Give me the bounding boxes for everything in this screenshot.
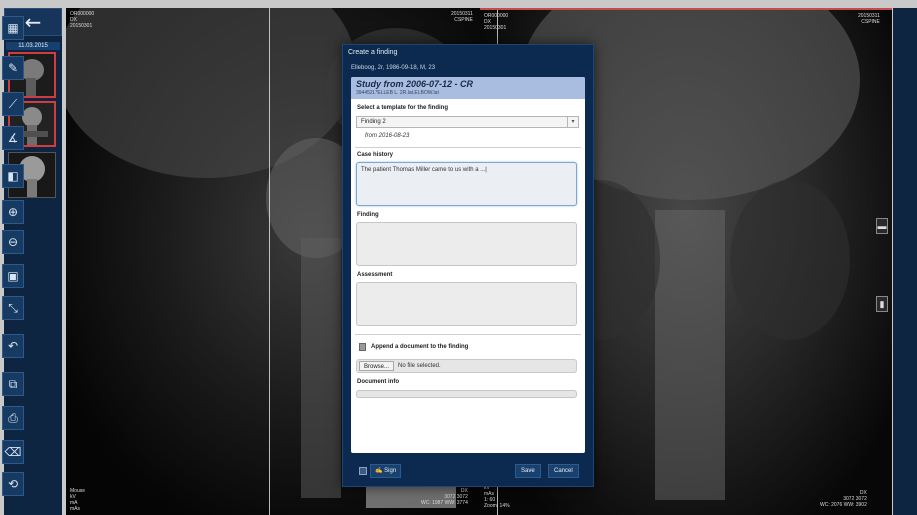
reset-button[interactable]: ⟲ xyxy=(2,472,24,496)
overlay-top-left: OR000000 DX 20150301 xyxy=(70,11,95,29)
study-title: Study from 2006-07-12 - CR xyxy=(356,79,474,89)
pan-button[interactable]: ⤡ xyxy=(2,296,24,320)
document-icon xyxy=(359,343,366,351)
create-finding-dialog: Create a finding Elleboog, 2r, 1986-09-1… xyxy=(342,44,594,487)
zoom-in-button[interactable]: ⊕ xyxy=(2,200,24,224)
overlay-bottom-left: kV mAs 1: 60 Zoom: 14% xyxy=(484,485,510,509)
assessment-label: Assessment xyxy=(357,272,393,278)
overlay-top-right: 20150311 CSPINE xyxy=(858,13,880,25)
overlay-top-left: OR000000 DX 20150301 xyxy=(484,13,509,31)
dialog-title: Create a finding xyxy=(348,49,398,56)
case-history-textarea[interactable]: The patient Thomas Miller came to us wit… xyxy=(356,162,577,206)
overlay-top-right: 20150311 CSPINE xyxy=(451,11,473,23)
invert-icon: ◧ xyxy=(7,169,19,183)
case-history-label: Case history xyxy=(357,152,394,158)
finding-label: Finding xyxy=(357,212,379,218)
template-date: from 2016-08-23 xyxy=(365,133,410,139)
angle-icon: ∡ xyxy=(7,131,19,145)
file-status: No file selected. xyxy=(398,363,441,369)
patient-info: Elleboog, 2r, 1986-09-18, M, 23 xyxy=(351,65,436,71)
chevron-down-icon: ▾ xyxy=(567,117,578,127)
print-icon: ⎙ xyxy=(8,410,18,425)
series-date: 11.03.2015 xyxy=(6,42,60,50)
reset-icon: ⟲ xyxy=(7,477,19,491)
zoom-in-icon: ⊕ xyxy=(7,205,19,219)
template-select[interactable]: Finding 2 ▾ xyxy=(356,116,579,128)
arrow-left-icon: ← xyxy=(24,10,42,34)
signature-icon: ✍ xyxy=(375,468,385,474)
save-button[interactable]: Save xyxy=(515,464,541,478)
divider xyxy=(355,334,581,335)
sign-checkbox[interactable] xyxy=(359,467,367,475)
template-label: Select a template for the finding xyxy=(357,105,449,111)
key-images-button[interactable]: ⧉ xyxy=(2,372,24,396)
fit-button[interactable]: ▣ xyxy=(2,264,24,288)
pen-icon: ✎ xyxy=(7,61,19,75)
grid-icon: ▦ xyxy=(7,21,19,35)
print-button[interactable]: ⎙ xyxy=(2,406,24,430)
zoom-out-icon: ⊖ xyxy=(7,235,19,249)
sign-button[interactable]: ✍ Sign xyxy=(370,464,402,478)
assessment-textarea[interactable] xyxy=(356,282,577,326)
sign-label: Sign xyxy=(384,468,397,474)
zoom-out-button[interactable]: ⊖ xyxy=(2,230,24,254)
eraser-icon: ⌫ xyxy=(4,445,22,459)
fit-screen-icon: ▣ xyxy=(7,269,19,283)
pacs-viewer: ← 11.03.2015 OR000000 DX 20150301 201503… xyxy=(0,0,917,515)
template-value: Finding 2 xyxy=(361,119,386,125)
cancel-button[interactable]: Cancel xyxy=(548,464,579,478)
right-toolbar xyxy=(893,8,917,515)
images-icon: ⧉ xyxy=(8,376,18,391)
rotate-button[interactable]: ↶ xyxy=(2,334,24,358)
finding-textarea[interactable] xyxy=(356,222,577,266)
append-document-label: Append a document to the finding xyxy=(371,344,469,350)
zoom-slider-handle[interactable]: ▬ xyxy=(876,218,888,234)
measure-button[interactable]: ⟋ xyxy=(2,92,24,116)
finding-form: Study from 2006-07-12 - CR 394452L*ELLEB… xyxy=(351,77,585,453)
invert-button[interactable]: ◧ xyxy=(2,164,24,188)
annotate-button[interactable]: ✎ xyxy=(2,56,24,80)
layout-grid-button[interactable]: ▦ xyxy=(2,16,24,40)
window-slider-handle[interactable]: ▮ xyxy=(876,296,888,312)
overlay-bottom-left: Mouse kV mA mAs xyxy=(70,488,86,512)
browse-button[interactable]: Browse... xyxy=(359,361,395,371)
ruler-icon: ⟋ xyxy=(8,96,18,111)
document-info-label: Document info xyxy=(357,379,399,385)
reference-line xyxy=(269,8,270,515)
study-detail: 394452L*ELLEB L. 2R.lat.ELBOW.lat xyxy=(356,90,439,96)
document-info-field[interactable] xyxy=(356,390,577,398)
divider xyxy=(355,147,581,148)
overlay-bottom-right: DX 3072 3072 WC: 2076 WW: 3902 xyxy=(820,490,867,508)
move-icon: ⤡ xyxy=(8,300,18,315)
angle-button[interactable]: ∡ xyxy=(2,126,24,150)
eraser-button[interactable]: ⌫ xyxy=(2,440,24,464)
rotate-icon: ↶ xyxy=(7,339,19,353)
study-header: Study from 2006-07-12 - CR 394452L*ELLEB… xyxy=(351,77,585,99)
file-upload: Browse... No file selected. xyxy=(356,359,577,373)
overlay-bottom-right: DX 3072 3072 WC: 1987 WW: 3774 xyxy=(421,488,468,506)
